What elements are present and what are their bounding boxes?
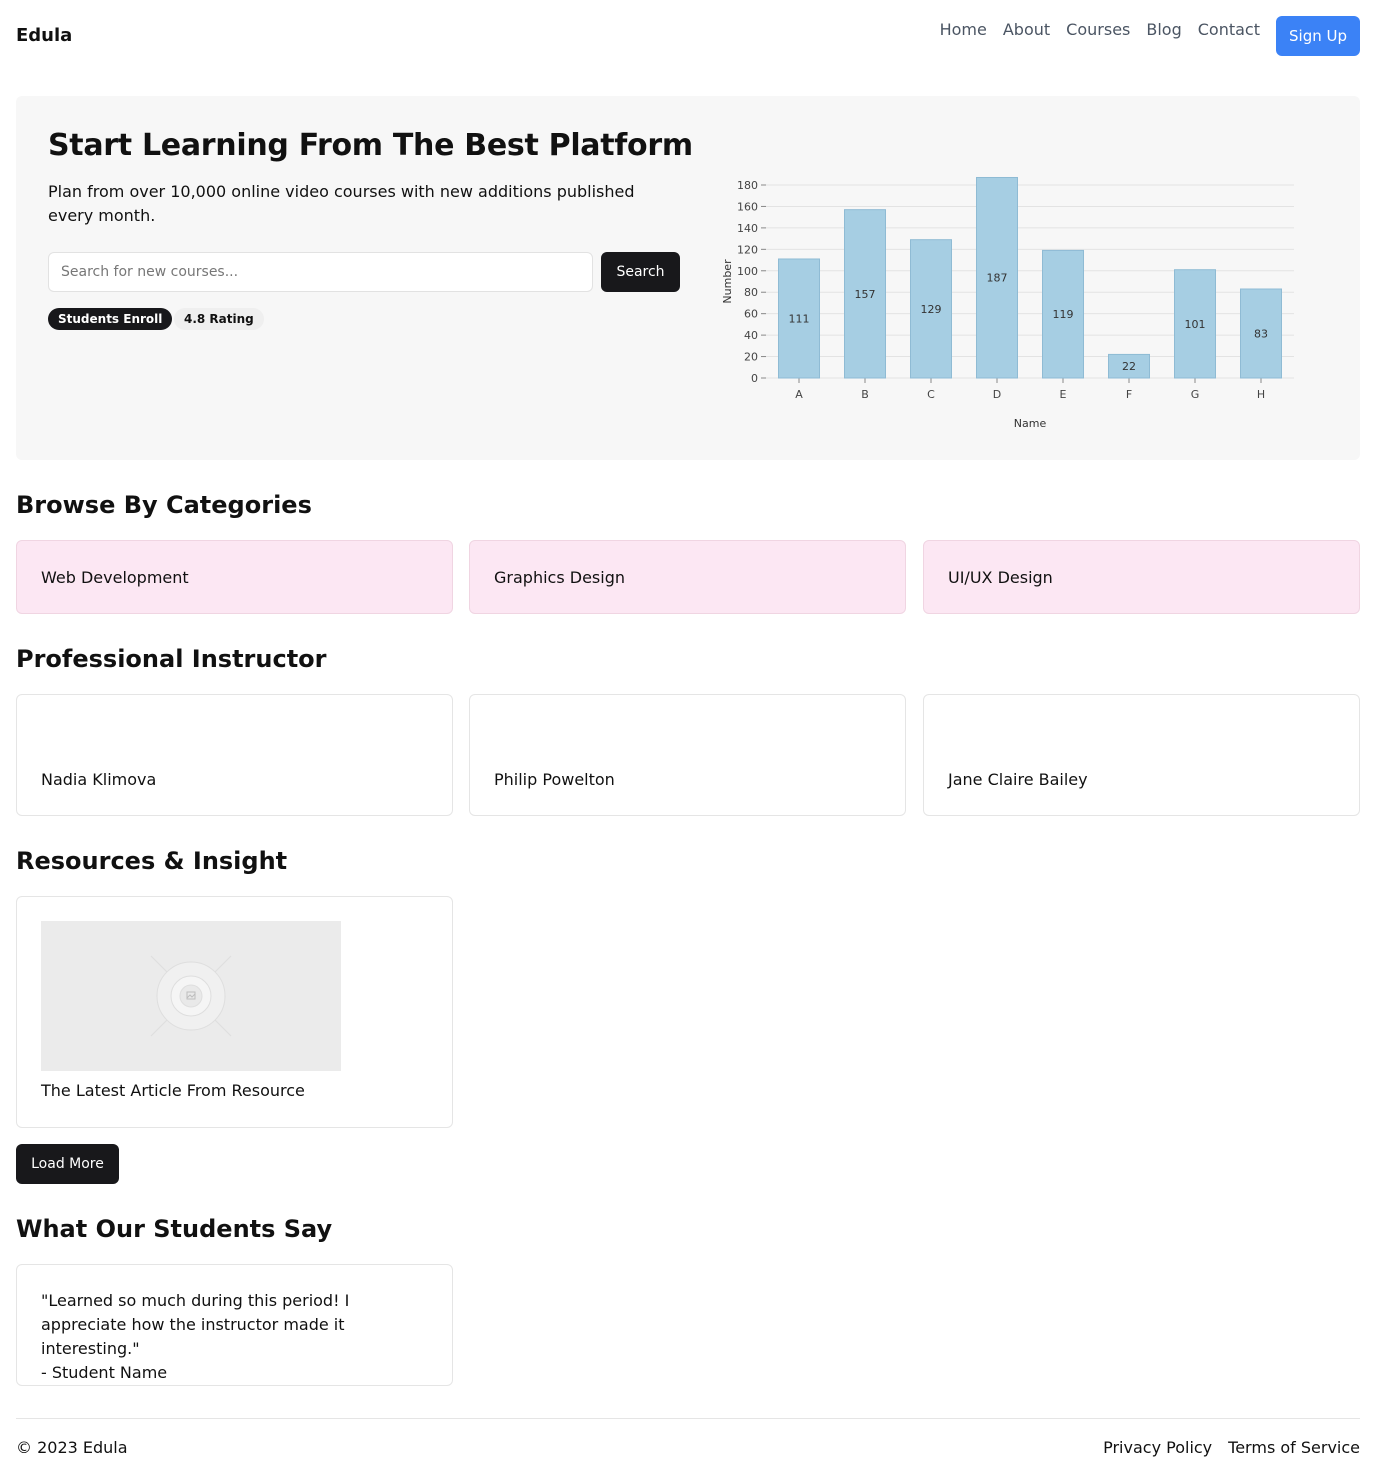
hero-subtitle: Plan from over 10,000 online video cours… — [48, 182, 635, 225]
course-search-input[interactable] — [48, 252, 593, 292]
bar-value-label: 119 — [1053, 308, 1074, 321]
instructor-card[interactable]: Jane Claire Bailey — [923, 694, 1360, 816]
privacy-policy-link[interactable]: Privacy Policy — [1103, 1438, 1212, 1457]
x-tick-label: D — [993, 388, 1001, 401]
x-tick-label: H — [1257, 388, 1265, 401]
chart-bars — [778, 176, 1282, 379]
hero-section: Start Learning From The Best Platform Pl… — [16, 96, 1360, 460]
y-tick-label: 100 — [737, 265, 758, 278]
article-title[interactable]: The Latest Article From Resource — [41, 1081, 305, 1100]
footer-links: Privacy Policy Terms of Service — [1087, 1438, 1360, 1457]
x-tick-label: G — [1191, 388, 1200, 401]
x-tick-label: C — [927, 388, 935, 401]
hero-title: Start Learning From The Best Platform — [48, 128, 693, 163]
x-tick-label: F — [1126, 388, 1132, 401]
testimonial-quote: "Learned so much during this period! I a… — [41, 1291, 350, 1358]
instructor-name: Philip Powelton — [494, 770, 615, 789]
x-axis-label: Name — [1014, 417, 1047, 430]
y-axis-label: Number — [721, 259, 734, 304]
bar-value-label: 187 — [987, 272, 1008, 285]
site-header: Edula Home About Courses Blog Contact Si… — [16, 16, 1360, 56]
y-tick-label: 60 — [744, 308, 758, 321]
bar-value-label: 22 — [1122, 360, 1136, 373]
bar-value-label: 111 — [789, 312, 810, 325]
bar-value-label: 129 — [921, 303, 942, 316]
y-tick-label: 40 — [744, 329, 758, 342]
nav-about[interactable]: About — [1003, 20, 1050, 39]
signup-button[interactable]: Sign Up — [1276, 16, 1360, 56]
resources-heading: Resources & Insight — [16, 847, 288, 875]
image-placeholder-icon — [150, 955, 232, 1037]
instructors-heading: Professional Instructor — [16, 645, 327, 673]
article-card[interactable]: The Latest Article From Resource — [16, 896, 453, 1128]
bar-value-label: 157 — [855, 288, 876, 301]
bar-value-label: 101 — [1185, 318, 1206, 331]
y-tick-label: 120 — [737, 243, 758, 256]
category-label: UI/UX Design — [948, 568, 1053, 587]
y-tick-label: 80 — [744, 286, 758, 299]
main-nav: Home About Courses Blog Contact Sign Up — [940, 16, 1360, 56]
instructor-card[interactable]: Philip Powelton — [469, 694, 906, 816]
article-image-placeholder — [41, 921, 341, 1071]
category-card-web-development[interactable]: Web Development — [16, 540, 453, 614]
instructor-card[interactable]: Nadia Klimova — [16, 694, 453, 816]
testimonial-card: "Learned so much during this period! I a… — [16, 1264, 453, 1386]
load-more-button[interactable]: Load More — [16, 1144, 119, 1184]
students-enroll-badge: Students Enroll — [48, 308, 173, 330]
nav-blog[interactable]: Blog — [1146, 20, 1181, 39]
footer-divider — [16, 1418, 1360, 1419]
nav-courses[interactable]: Courses — [1066, 20, 1130, 39]
x-tick-label: A — [795, 388, 803, 401]
y-tick-label: 20 — [744, 351, 758, 364]
x-tick-label: B — [861, 388, 869, 401]
y-tick-label: 160 — [737, 200, 758, 213]
testimonial-body: "Learned so much during this period! I a… — [41, 1289, 431, 1385]
y-tick-label: 180 — [737, 179, 758, 192]
nav-contact[interactable]: Contact — [1198, 20, 1260, 39]
enrollment-bar-chart: 0 20 40 60 80 100 120 140 160 180 Number A B C D E F G H Na… — [721, 176, 1294, 430]
instructor-name: Jane Claire Bailey — [948, 770, 1088, 789]
category-label: Graphics Design — [494, 568, 625, 587]
search-button[interactable]: Search — [601, 252, 680, 292]
category-card-graphics-design[interactable]: Graphics Design — [469, 540, 906, 614]
footer-copyright: © 2023 Edula — [16, 1438, 128, 1457]
y-tick-label: 0 — [751, 372, 758, 385]
instructor-name: Nadia Klimova — [41, 770, 157, 789]
brand-logo[interactable]: Edula — [16, 25, 72, 46]
y-tick-label: 140 — [737, 222, 758, 235]
testimonial-author: - Student Name — [41, 1363, 168, 1382]
rating-badge: 4.8 Rating — [174, 308, 264, 330]
category-label: Web Development — [41, 568, 189, 587]
categories-heading: Browse By Categories — [16, 491, 312, 519]
nav-home[interactable]: Home — [940, 20, 987, 39]
x-tick-label: E — [1060, 388, 1067, 401]
bar-value-label: 83 — [1254, 328, 1268, 341]
testimonials-heading: What Our Students Say — [16, 1215, 333, 1243]
category-card-ui-ux-design[interactable]: UI/UX Design — [923, 540, 1360, 614]
terms-of-service-link[interactable]: Terms of Service — [1228, 1438, 1360, 1457]
